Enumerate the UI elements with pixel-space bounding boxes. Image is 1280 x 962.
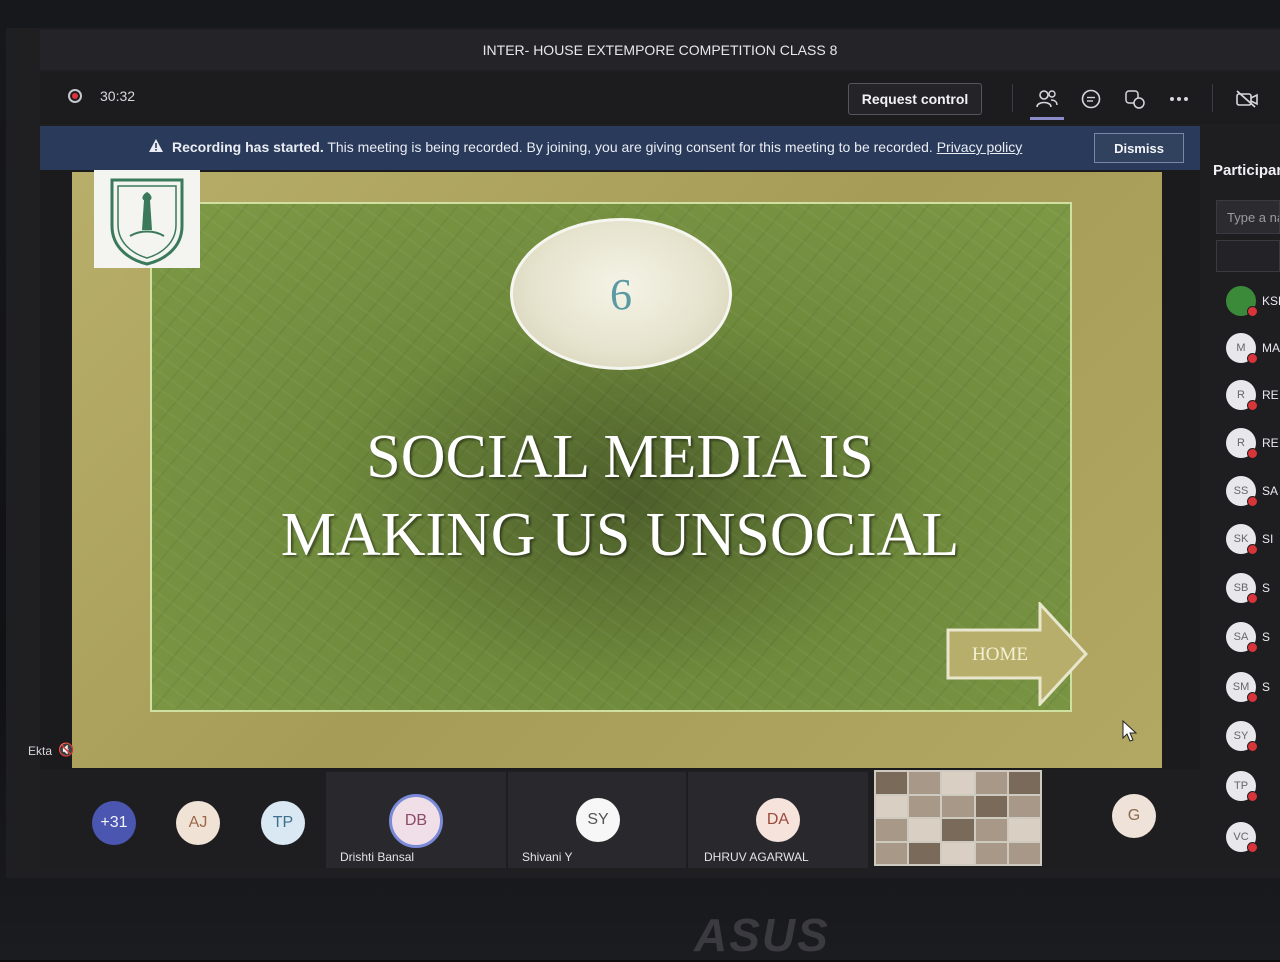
participant-item[interactable]: R RE (1222, 428, 1280, 462)
avatar: M (1226, 333, 1258, 364)
avatar: VC (1226, 822, 1258, 853)
participant-name: S (1262, 581, 1271, 595)
tile-name: Shivani Y (522, 850, 573, 864)
toolbar-divider (1012, 84, 1013, 112)
mouse-pointer-icon (1122, 720, 1138, 742)
participant-item[interactable]: TP (1222, 771, 1280, 805)
participant-item[interactable]: M MA (1222, 333, 1280, 367)
school-logo (94, 170, 200, 268)
avatar: R (1226, 380, 1258, 411)
meeting-title-bar: INTER- HOUSE EXTEMPORE COMPETITION CLASS… (40, 30, 1280, 70)
slide-number-badge: 6 (510, 218, 732, 370)
participant-name: MA (1262, 341, 1280, 355)
participant-name: SI (1262, 532, 1274, 546)
slide-title: SOCIAL MEDIA IS MAKING US UNSOCIAL (180, 418, 1060, 574)
recording-icon (68, 89, 82, 103)
laptop-brand-logo: ASUS (694, 909, 830, 961)
participants-panel-title: Participants (1213, 162, 1280, 179)
chat-icon[interactable] (1078, 86, 1104, 112)
mic-off-icon: 🔇 (58, 742, 75, 757)
participant-name: RE (1262, 388, 1279, 402)
participant-item[interactable]: R RE (1222, 380, 1280, 414)
camera-off-icon[interactable] (1234, 86, 1260, 112)
participant-item[interactable]: SY (1222, 721, 1280, 755)
video-gallery-thumbnail[interactable] (874, 770, 1042, 866)
more-options-icon[interactable] (1166, 86, 1192, 112)
more-participants-avatar[interactable]: +31 (92, 801, 136, 845)
avatar: SY (576, 798, 620, 842)
slide-title-line-2: MAKING US UNSOCIAL (280, 501, 960, 569)
participant-item[interactable]: SB S (1222, 573, 1280, 607)
recording-banner: Recording has started. This meeting is b… (40, 126, 1200, 170)
presenter-label: Ekta (28, 744, 53, 758)
meeting-timer: 30:32 (100, 88, 136, 104)
privacy-policy-link[interactable]: Privacy policy (937, 139, 1023, 155)
banner-bold-text: Recording has started. (172, 139, 324, 155)
tile-name: Drishti Bansal (340, 850, 415, 864)
meeting-title: INTER- HOUSE EXTEMPORE COMPETITION CLASS… (482, 42, 838, 58)
participant-name: S (1262, 680, 1271, 694)
avatar (1226, 286, 1258, 317)
participant-item[interactable]: SK SI (1222, 524, 1280, 558)
avatar: SM (1226, 672, 1258, 703)
banner-message: Recording has started. This meeting is b… (172, 139, 1022, 155)
participants-icon[interactable] (1030, 86, 1064, 120)
participant-name: KSH (1262, 294, 1280, 308)
warning-icon (148, 138, 164, 157)
avatar: DA (756, 798, 800, 842)
avatar[interactable]: TP (261, 801, 305, 845)
participant-item[interactable]: KSH (1222, 286, 1280, 320)
toolbar-divider (1212, 84, 1213, 112)
avatar: SB (1226, 573, 1258, 604)
request-control-button[interactable]: Request control (848, 83, 982, 115)
avatar: DB (389, 794, 443, 848)
participant-name: SA (1262, 484, 1279, 498)
participant-name: S (1262, 630, 1271, 644)
participant-item[interactable]: VC (1222, 822, 1280, 856)
participant-item[interactable]: SS SA (1222, 476, 1280, 510)
slide-title-line-1: SOCIAL MEDIA IS (366, 423, 874, 491)
avatar: SA (1226, 622, 1258, 653)
avatar[interactable]: G (1112, 794, 1156, 838)
banner-text: This meeting is being recorded. By joini… (323, 139, 937, 155)
tile-name: DHRUV AGARWAL (704, 850, 809, 864)
home-button-label[interactable]: HOME (972, 644, 1028, 666)
avatar: TP (1226, 771, 1258, 802)
meeting-toolbar: 30:32 Request control (40, 72, 1280, 124)
avatar: SY (1226, 721, 1258, 752)
participant-search-input[interactable]: Type a name (1216, 200, 1280, 234)
participant-item[interactable]: SA S (1222, 622, 1280, 656)
dismiss-button[interactable]: Dismiss (1094, 133, 1184, 163)
avatar[interactable]: AJ (176, 801, 220, 845)
participant-name: RE (1262, 436, 1279, 450)
avatar: SK (1226, 524, 1258, 555)
avatar: R (1226, 428, 1258, 459)
participant-filter-field[interactable] (1216, 240, 1280, 272)
participant-item[interactable]: SM S (1222, 672, 1280, 706)
avatar: SS (1226, 476, 1258, 507)
reactions-icon[interactable] (1122, 86, 1148, 112)
